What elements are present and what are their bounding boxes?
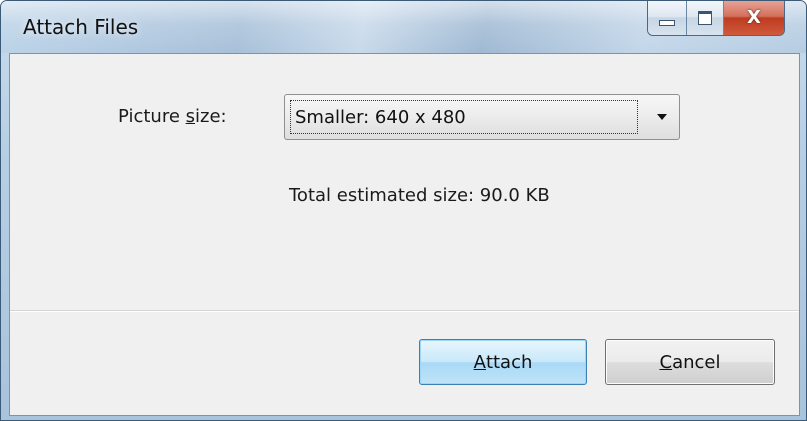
minimize-button[interactable] [648, 1, 687, 35]
close-button[interactable]: X [724, 1, 784, 35]
attach-button-label: ttach [485, 351, 533, 373]
cancel-button-label: ancel [672, 351, 721, 373]
attach-button-accel: A [473, 351, 486, 373]
picture-size-label: Picture size: [118, 106, 227, 127]
minimize-icon [659, 20, 675, 26]
picture-size-select[interactable]: Smaller: 640 x 480 [284, 94, 680, 140]
maximize-icon [698, 11, 712, 25]
picture-size-label-text-end: ize: [195, 106, 227, 127]
picture-size-selected-value: Smaller: 640 x 480 [290, 100, 638, 134]
total-estimated-size: Total estimated size: 90.0 KB [289, 185, 550, 206]
dialog-body: Picture size: Smaller: 640 x 480 Total e… [9, 53, 800, 416]
attach-files-dialog: Attach Files X Picture size: Smaller: 64… [0, 0, 807, 421]
window-title: Attach Files [23, 15, 139, 39]
cancel-button[interactable]: Cancel [605, 339, 775, 385]
close-icon: X [747, 7, 761, 28]
chevron-down-icon[interactable] [657, 114, 667, 120]
footer-separator [10, 310, 799, 312]
picture-size-label-text: Picture [118, 106, 186, 127]
cancel-button-accel: C [659, 351, 673, 373]
picture-size-label-accel: s [185, 106, 196, 127]
window-controls: X [647, 1, 785, 36]
title-bar[interactable]: Attach Files X [1, 1, 806, 53]
maximize-button[interactable] [687, 1, 724, 35]
attach-button[interactable]: Attach [419, 339, 587, 385]
